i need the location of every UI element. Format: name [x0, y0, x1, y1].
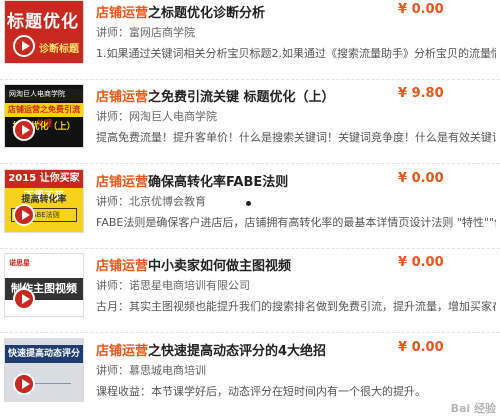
course-thumbnail[interactable]: 网淘巨人电商学院 店铺运营之免费引流关键 标题优化（上） [4, 84, 84, 148]
divider [0, 79, 500, 80]
thumbnail-text: 诊断标题 [39, 44, 79, 55]
course-title-highlight: 店铺运营 [96, 259, 149, 274]
course-teacher: 讲师：富网店商学院 [96, 26, 195, 39]
thumbnail-text: 2015 让你买家不得不买 [5, 170, 83, 202]
course-thumbnail[interactable]: 快速提高动态评分 [4, 338, 84, 402]
course-description: 古月：其实主图视频也能提升我们的搜索排名做到免费引流，提升流量，增加买家在宝贝详… [96, 300, 496, 313]
course-description: 提高免费流量！提升客单价！什么是搜索关键词！关键词竞争度！什么是有效关键词！什么… [96, 131, 496, 144]
thumbnail-text: 网淘巨人电商学院 [5, 89, 83, 101]
course-title-highlight: 店铺运营 [96, 90, 149, 105]
play-icon[interactable] [13, 204, 35, 226]
course-price: ¥ 0.00 [398, 2, 444, 17]
course-title-text: 确保高转化率FABE法则 [148, 175, 289, 190]
course-title-highlight: 店铺运营 [96, 6, 149, 21]
course-thumbnail[interactable]: 2015 让你买家不得不买 提高转化率 FABE法则 [4, 169, 84, 233]
course-title[interactable]: 店铺运营之免费引流关键 标题优化（上） [96, 86, 335, 105]
course-title-text: 之免费引流关键 标题优化（上） [148, 90, 335, 105]
list-item[interactable]: 网淘巨人电商学院 店铺运营之免费引流关键 标题优化（上） 店铺运营之免费引流关键… [0, 84, 500, 164]
course-description: FABE法则是确保客户进店后，店铺拥有高转化率的最基本详情页设计法则 "特性""… [96, 216, 496, 229]
list-item[interactable]: 快速提高动态评分 店铺运营之快速提高动态评分的4大绝招 ¥ 0.00 讲师：慕思… [0, 338, 500, 416]
course-title[interactable]: 店铺运营之标题优化诊断分析 [96, 2, 265, 21]
course-price: ¥ 0.00 [398, 171, 444, 186]
course-title[interactable]: 店铺运营确保高转化率FABE法则 [96, 171, 288, 190]
play-icon[interactable] [13, 288, 35, 310]
play-icon[interactable] [13, 119, 35, 141]
course-description: 课程收益：本节课学好后，动态评分在短时间内有一个很大的提升。 [96, 385, 426, 398]
course-thumbnail[interactable]: 标题优化 诊断标题 [4, 0, 84, 64]
course-title-text: 中小卖家如何做主图视频 [148, 259, 292, 274]
thumbnail-text: 提高转化率 [21, 195, 67, 205]
course-teacher: 讲师：诺思星电商培训有限公司 [96, 279, 250, 292]
thumbnail-text: 店铺运营之免费引流关键 [5, 103, 83, 128]
course-title-highlight: 店铺运营 [96, 344, 149, 359]
list-item[interactable]: 2015 让你买家不得不买 提高转化率 FABE法则 店铺运营确保高转化率FAB… [0, 169, 500, 249]
course-price: ¥ 9.80 [398, 86, 444, 101]
thumbnail-text: 标题优化 [7, 12, 79, 32]
course-price: ¥ 0.00 [398, 340, 444, 355]
list-item[interactable]: 标题优化 诊断标题 店铺运营之标题优化诊断分析 ¥ 0.00 讲师：富网店商学院… [0, 0, 500, 80]
course-title[interactable]: 店铺运营之快速提高动态评分的4大绝招 [96, 340, 326, 359]
list-item[interactable]: 诺思星 制作主图视频 店铺运营中小卖家如何做主图视频 ¥ 0.00 讲师：诺思星… [0, 253, 500, 333]
course-teacher: 讲师：网淘巨人电商学院 [96, 110, 217, 123]
course-thumbnail[interactable]: 诺思星 制作主图视频 [4, 253, 84, 317]
thumbnail-text: 快速提高动态评分 [5, 345, 83, 363]
course-title[interactable]: 店铺运营中小卖家如何做主图视频 [96, 255, 291, 274]
course-description: 1.如果通过关键词相关分析宝贝标题2.如果通过《搜索流量助手》分析宝贝的流量情况… [96, 47, 496, 60]
course-title-text: 之快速提高动态评分的4大绝招 [148, 344, 327, 359]
course-teacher: 讲师：北京优博会教育 [96, 195, 206, 208]
divider [0, 248, 500, 249]
course-title-text: 之标题优化诊断分析 [148, 6, 266, 21]
course-title-highlight: 店铺运营 [96, 175, 149, 190]
divider [0, 332, 500, 333]
play-icon[interactable] [13, 35, 35, 57]
divider [0, 163, 500, 164]
thumbnail-text: 诺思星 [9, 259, 30, 267]
course-price: ¥ 0.00 [398, 255, 444, 270]
cursor-dot [246, 201, 251, 206]
play-icon[interactable] [13, 373, 35, 395]
course-teacher: 讲师：慕思城电商培训 [96, 364, 206, 377]
watermark: Bai 经验 [450, 402, 496, 415]
